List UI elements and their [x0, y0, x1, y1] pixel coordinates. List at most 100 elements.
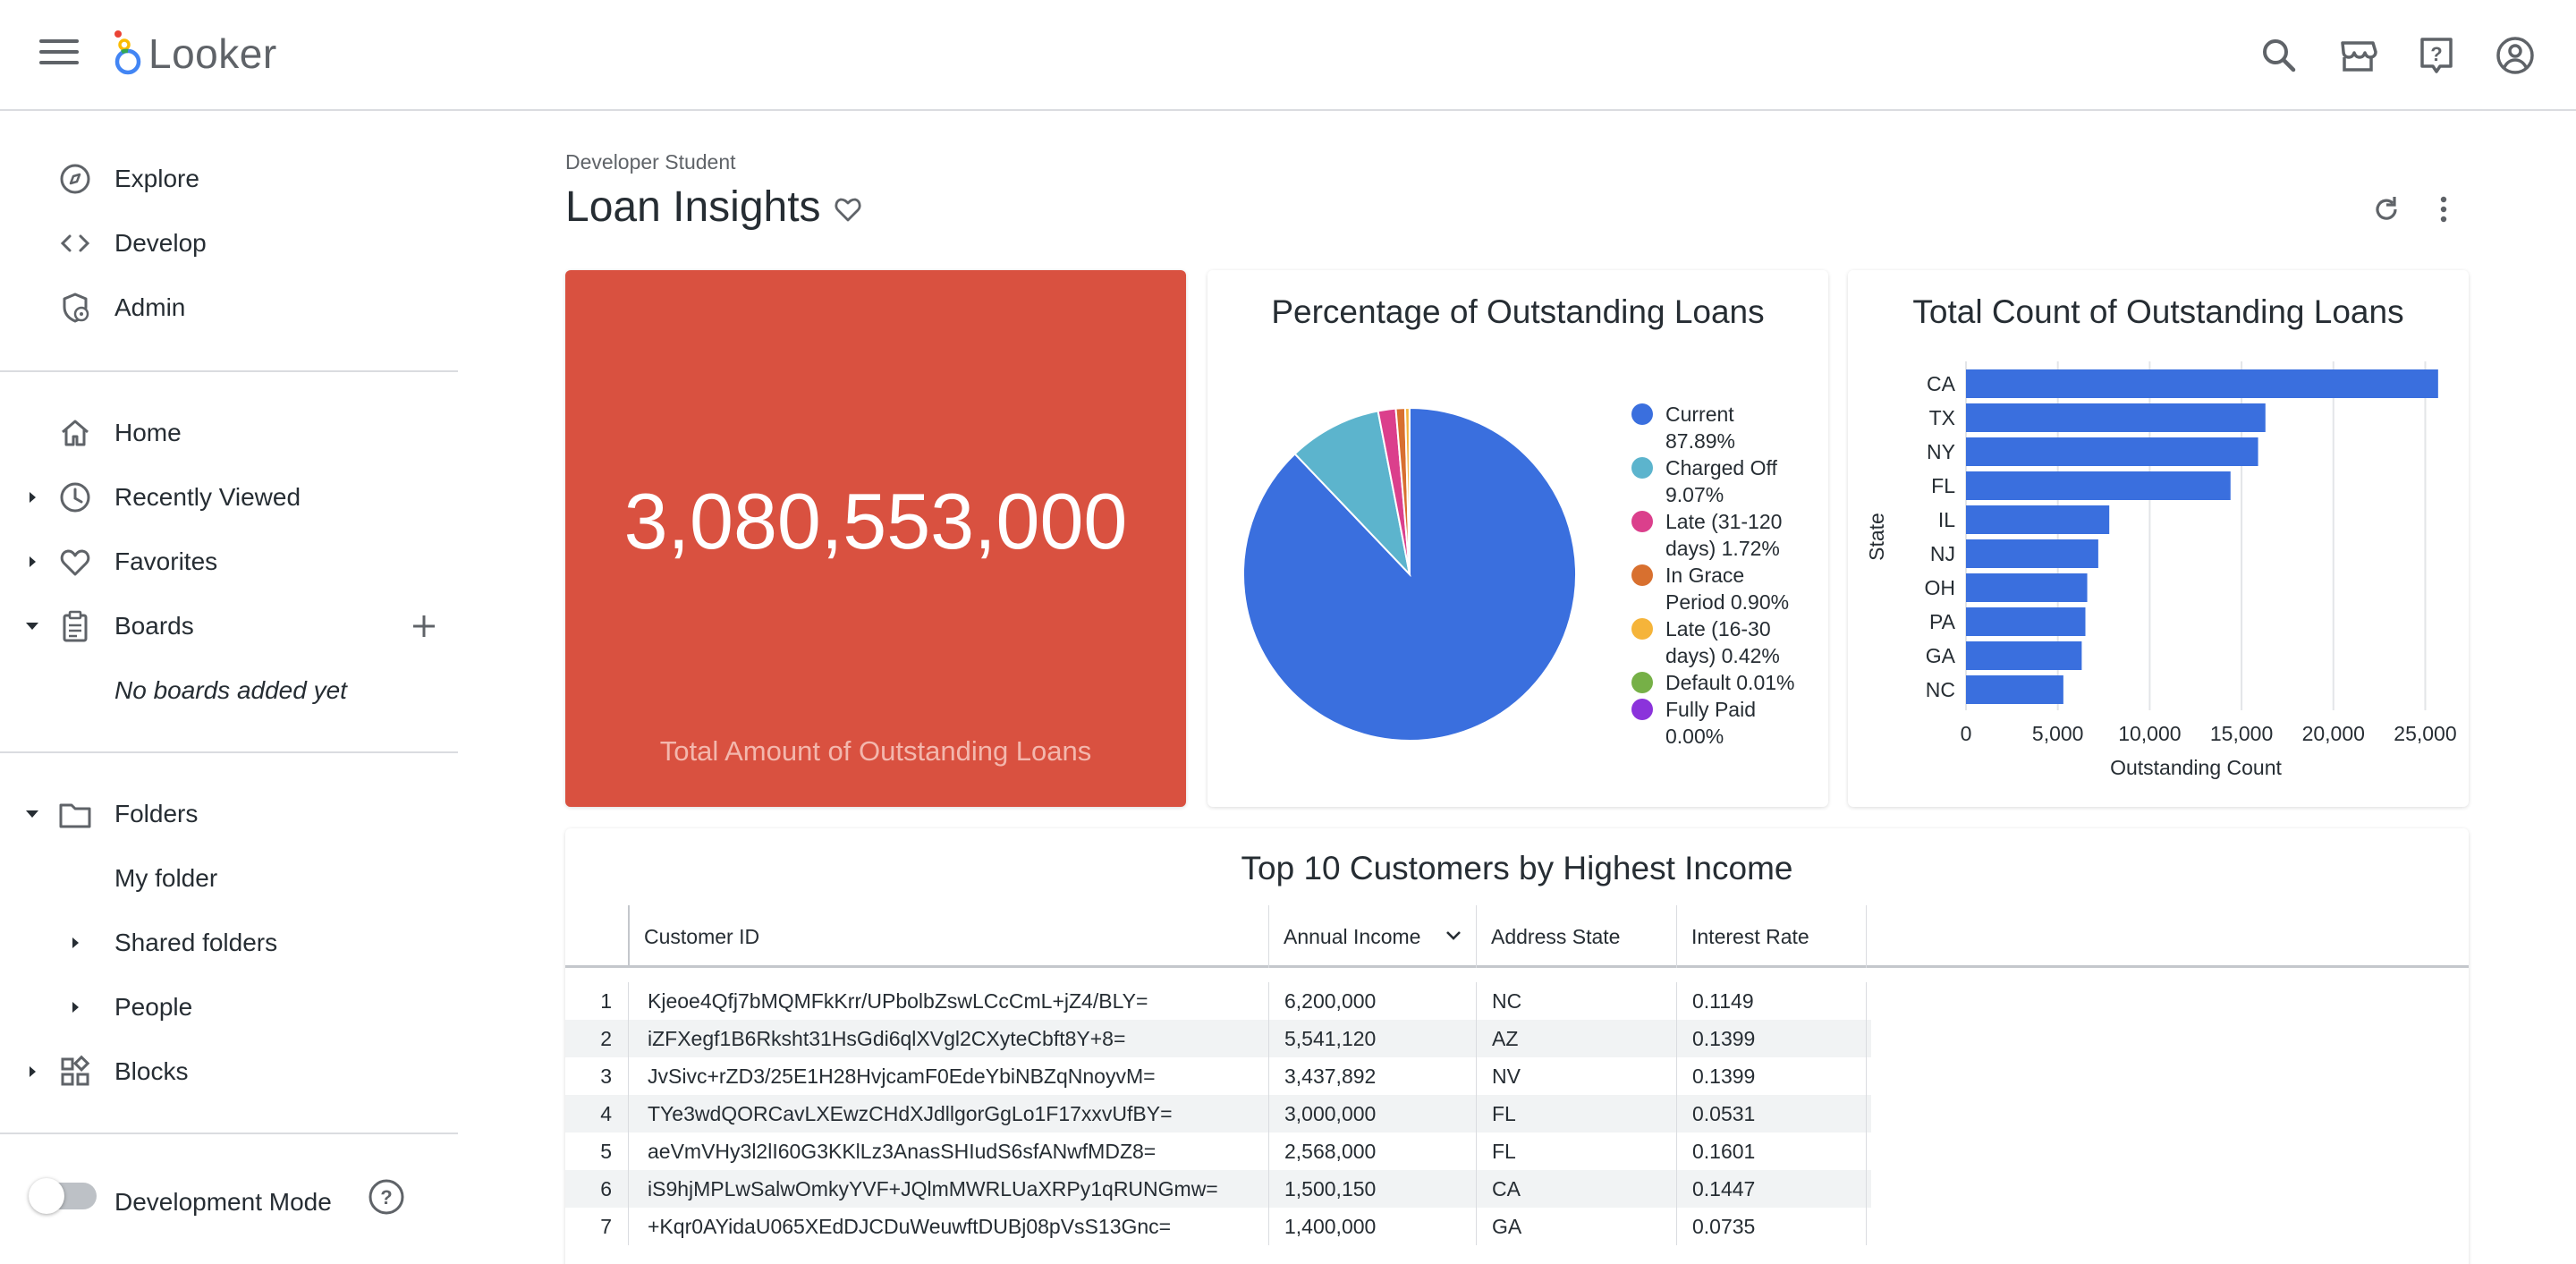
header-divider — [1866, 905, 1867, 968]
more-vert-icon[interactable] — [2426, 191, 2462, 227]
interest-rate-cell: 0.1149 — [1692, 988, 1754, 1013]
bar-ny[interactable] — [1966, 437, 2258, 466]
breadcrumb[interactable]: Developer Student — [565, 150, 736, 174]
address-state-cell: GA — [1492, 1214, 1522, 1238]
address-state-cell: FL — [1492, 1101, 1516, 1125]
legend-value: 87.89% — [1665, 429, 1736, 453]
row-number: 2 — [600, 1026, 612, 1050]
sidebar-item-boards[interactable]: Boards — [0, 601, 458, 651]
y-axis-label: State — [1865, 513, 1888, 561]
help-icon[interactable]: ? — [2415, 34, 2458, 77]
pie-legend-item[interactable]: In Grace Period 0.90% — [1631, 562, 1789, 615]
y-tick-label: PA — [1929, 610, 1956, 633]
y-tick-label: GA — [1926, 644, 1956, 667]
y-tick-label: NY — [1927, 440, 1955, 463]
sort-desc-icon[interactable] — [1445, 929, 1462, 943]
sidebar-item-label: Admin — [114, 293, 186, 321]
legend-swatch — [1631, 511, 1653, 532]
add-board-icon[interactable] — [408, 610, 440, 642]
sidebar-item-home[interactable]: Home — [0, 408, 458, 458]
customer-id-cell: aeVmVHy3l2lI60G3KKlLz3AnasSHIudS6sfANwfM… — [648, 1139, 1157, 1163]
legend-swatch — [1631, 699, 1653, 720]
customer-id-cell: iZFXegf1B6Rksht31HsGdi6qlXVgl2CXyteCbft8… — [648, 1026, 1126, 1050]
bar-chart: 0 5,000 10,000 15,000 20,000 25,000 CA TX NY FL IL… — [1865, 361, 2457, 779]
customer-id-cell: Kjeoe4Qfj7bMQMFkKrr/UPbolbZswLCcCmL+jZ4/… — [648, 988, 1148, 1013]
caret-right-icon[interactable] — [23, 488, 41, 506]
pie-legend-item[interactable]: Late (31-120 days) 1.72% — [1631, 508, 1782, 562]
caret-down-icon[interactable] — [23, 617, 41, 635]
favorite-heart-icon[interactable] — [832, 193, 864, 225]
development-mode: Development Mode ? — [29, 1178, 404, 1216]
sidebar-item-explore[interactable]: Explore — [0, 154, 458, 204]
column-header-annual-income[interactable]: Annual Income — [1268, 905, 1476, 968]
compass-icon — [60, 164, 90, 194]
caret-right-icon[interactable] — [23, 553, 41, 571]
y-tick-label: NC — [1926, 678, 1955, 701]
column-header-address-state[interactable]: Address State — [1476, 905, 1676, 968]
table-row[interactable]: 6 iS9hjMPLwSalwOmkyYVF+JQlmMWRLUaXRPy1qRU… — [565, 1170, 1871, 1208]
interest-rate-cell: 0.0531 — [1692, 1101, 1756, 1125]
pie-legend-item[interactable]: Late (16-30 days) 0.42% — [1631, 615, 1780, 669]
kpi-tile[interactable]: 3,080,553,000 Total Amount of Outstandin… — [565, 270, 1186, 807]
bar-fl[interactable] — [1966, 471, 2231, 500]
sidebar-item-develop[interactable]: Develop — [0, 218, 458, 268]
annual-income-cell: 1,500,150 — [1284, 1176, 1377, 1200]
refresh-icon[interactable] — [2368, 191, 2404, 227]
pie-legend-item[interactable]: Current 87.89% — [1631, 401, 1735, 454]
sidebar-item-recently-viewed[interactable]: Recently Viewed — [0, 472, 458, 522]
legend-label: Default 0.01% — [1665, 671, 1795, 694]
column-divider — [628, 982, 629, 1245]
bar-nj[interactable] — [1966, 539, 2098, 568]
help-circle-icon[interactable]: ? — [367, 1177, 406, 1217]
legend-swatch — [1631, 618, 1653, 640]
caret-right-icon[interactable] — [23, 1063, 41, 1081]
sidebar-divider — [0, 370, 458, 372]
no-boards-text: No boards added yet — [114, 676, 347, 704]
sidebar-item-my-folder[interactable]: My folder — [0, 853, 458, 903]
column-header-interest-rate[interactable]: Interest Rate — [1676, 905, 1866, 968]
sidebar-item-admin[interactable]: Admin — [0, 283, 458, 333]
bar-chart-tile[interactable]: Total Count of Outstanding Loans 0 5,000 1… — [1848, 270, 2469, 807]
menu-icon[interactable] — [39, 39, 79, 72]
development-mode-toggle[interactable] — [29, 1178, 97, 1214]
annual-income-cell: 6,200,000 — [1284, 988, 1377, 1013]
table-row[interactable]: 4 TYe3wdQORCavLXEwzCHdXJdllgorGgLo1F17xxv… — [565, 1095, 1871, 1133]
bar-nc[interactable] — [1966, 675, 2063, 704]
caret-right-icon[interactable] — [66, 998, 84, 1016]
sidebar-item-blocks[interactable]: Blocks — [0, 1047, 458, 1097]
sidebar-item-people[interactable]: People — [0, 982, 458, 1032]
pie-legend-item[interactable]: Default 0.01% — [1631, 669, 1794, 696]
column-divider — [1476, 982, 1477, 1245]
sidebar-item-label: Boards — [114, 612, 194, 640]
bar-ca[interactable] — [1966, 369, 2438, 398]
caret-right-icon[interactable] — [66, 934, 84, 952]
table-tile[interactable]: Top 10 Customers by Highest Income Custo… — [565, 828, 2469, 1264]
bar-pa[interactable] — [1966, 607, 2086, 636]
sidebar-item-folders[interactable]: Folders — [0, 789, 458, 839]
address-state-cell: AZ — [1492, 1026, 1519, 1050]
code-icon — [60, 234, 90, 252]
table-row[interactable]: 5 aeVmVHy3l2lI60G3KKlLz3AnasSHIudS6sfANwf… — [565, 1133, 1871, 1170]
looker-logo[interactable]: Looker — [111, 29, 277, 79]
table-row[interactable]: 3 JvSivc+rZD3/25E1H28HvjcamF0EdeYbiNBZqNn… — [565, 1057, 1871, 1095]
bar-tx[interactable] — [1966, 403, 2266, 432]
pie-chart-tile[interactable]: Percentage of Outstanding Loans Current 8… — [1208, 270, 1828, 807]
annual-income-cell: 3,437,892 — [1284, 1064, 1377, 1088]
table-row[interactable]: 2 iZFXegf1B6Rksht31HsGdi6qlXVgl2CXyteCbft… — [565, 1020, 1871, 1057]
bar-oh[interactable] — [1966, 573, 2088, 602]
search-icon[interactable] — [2258, 34, 2301, 77]
bar-il[interactable] — [1966, 505, 2110, 534]
account-icon[interactable] — [2494, 34, 2537, 77]
sidebar-item-favorites[interactable]: Favorites — [0, 537, 458, 587]
column-header-customer-id[interactable]: Customer ID — [628, 905, 1268, 968]
table-row[interactable]: 1 Kjeoe4Qfj7bMQMFkKrr/UPbolbZswLCcCmL+jZ4… — [565, 982, 1871, 1020]
pie-legend-item[interactable]: Fully Paid 0.00% — [1631, 696, 1756, 750]
marketplace-icon[interactable] — [2336, 34, 2379, 77]
row-number: 1 — [600, 988, 612, 1013]
bar-ga[interactable] — [1966, 641, 2082, 670]
sidebar-item-shared-folders[interactable]: Shared folders — [0, 918, 458, 968]
pie-legend-item[interactable]: Charged Off 9.07% — [1631, 454, 1777, 508]
annual-income-cell: 2,568,000 — [1284, 1139, 1377, 1163]
caret-down-icon[interactable] — [23, 805, 41, 823]
table-row[interactable]: 7 +Kqr0AYidaU065XEdDJCDuWeuwftDUBj08pVsS1… — [565, 1208, 1871, 1245]
